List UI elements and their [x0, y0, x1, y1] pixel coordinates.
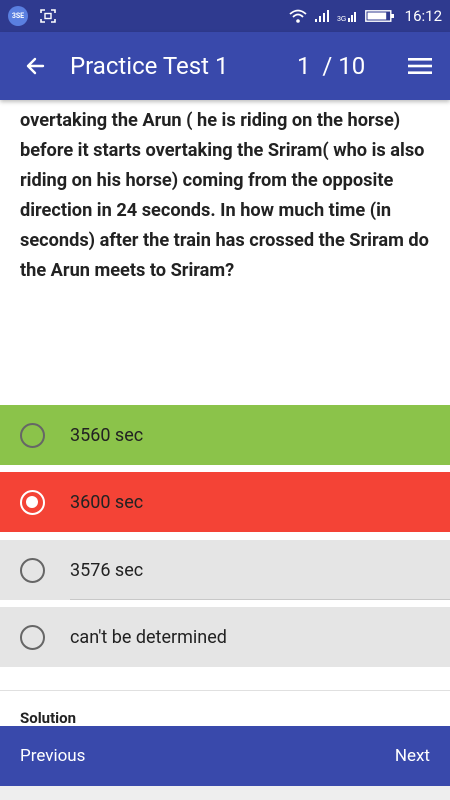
hamburger-menu-icon — [408, 58, 432, 74]
option-1[interactable]: 3560 sec — [0, 405, 450, 465]
battery-icon — [364, 10, 394, 22]
question-area[interactable]: travels for half an hour from the time i… — [0, 100, 450, 400]
bottom-navigation: Previous Next — [0, 726, 450, 786]
previous-button[interactable]: Previous — [20, 746, 85, 766]
option-label: can't be determined — [70, 626, 227, 648]
radio-button[interactable] — [20, 624, 45, 650]
question-text: travels for half an hour from the time i… — [20, 100, 429, 281]
status-left-group: 3SE — [8, 6, 56, 26]
radio-button-selected[interactable] — [20, 489, 45, 515]
bottom-strip — [0, 786, 450, 800]
status-right-group: 3G 16:12 — [289, 7, 442, 25]
option-label: 3576 sec — [70, 559, 144, 581]
option-4[interactable]: can't be determined — [0, 607, 450, 667]
page-title: Practice Test 1 — [70, 52, 229, 80]
question-counter: 1 / 10 — [297, 52, 366, 80]
screenshot-icon — [40, 9, 56, 23]
solution-heading: Solution — [20, 709, 76, 727]
signal-3g-icon: 3G — [337, 12, 356, 23]
status-bar: 3SE 3G 16:12 — [0, 0, 450, 32]
option-label: 3600 sec — [70, 491, 144, 513]
section-divider — [0, 690, 450, 691]
option-2[interactable]: 3600 sec — [0, 472, 450, 532]
option-3[interactable]: 3576 sec — [0, 540, 450, 600]
radio-button[interactable] — [20, 422, 45, 448]
app-bar: Practice Test 1 1 / 10 — [0, 32, 450, 100]
badge-text: 3SE — [11, 12, 25, 20]
option-label: 3560 sec — [70, 424, 144, 446]
back-button[interactable] — [0, 32, 70, 100]
wifi-icon — [289, 9, 307, 23]
status-time: 16:12 — [404, 7, 442, 25]
svg-text:3G: 3G — [337, 16, 346, 23]
radio-button[interactable] — [20, 557, 45, 583]
next-button[interactable]: Next — [395, 746, 430, 766]
arrow-left-icon — [26, 57, 45, 75]
menu-button[interactable] — [404, 32, 436, 100]
option-divider — [70, 599, 450, 600]
signal-icon — [314, 10, 329, 22]
app-badge-icon: 3SE — [8, 6, 28, 26]
